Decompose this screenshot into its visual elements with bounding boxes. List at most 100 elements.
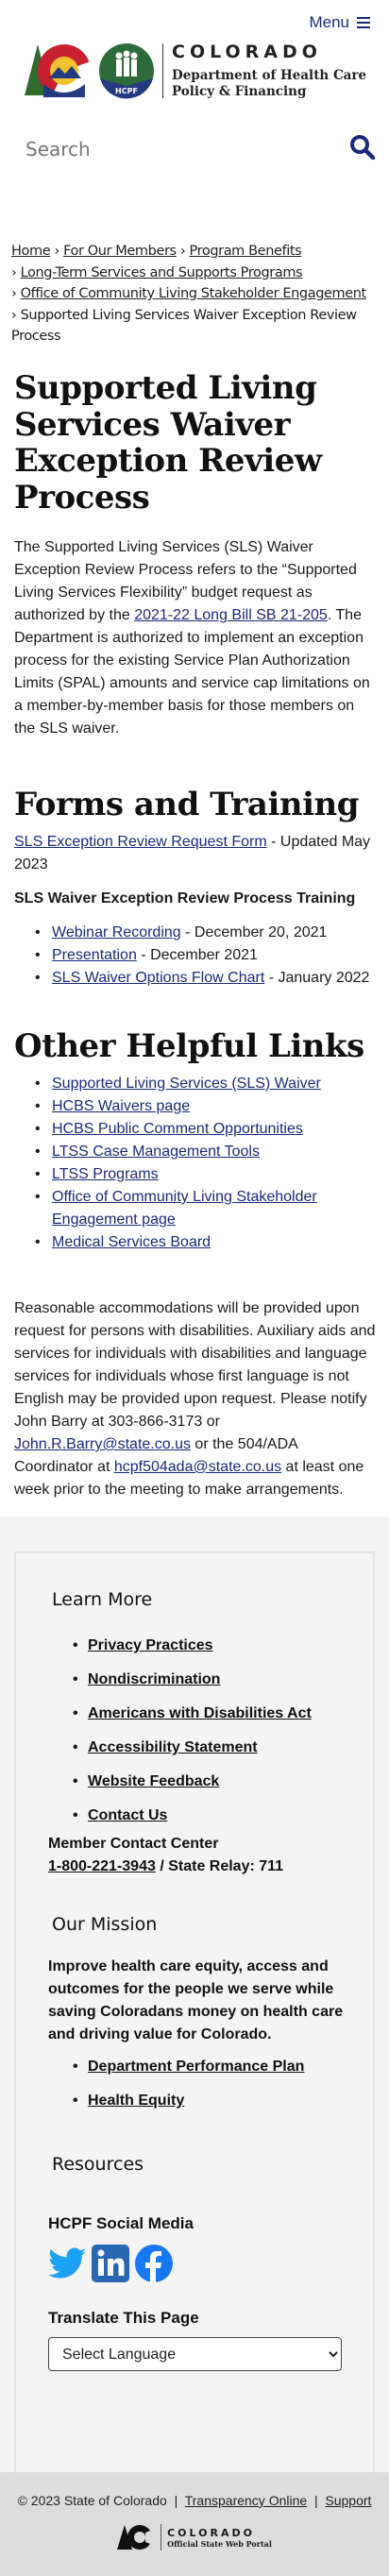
logo-dept-line2: Policy & Financing [172, 84, 307, 99]
search-icon [350, 135, 376, 161]
links-heading: Other Helpful Links [14, 1027, 364, 1065]
translate-heading: Translate This Page [48, 2309, 199, 2327]
list-item: Webinar Recording - December 20, 2021 [14, 922, 378, 944]
mission-text: Improve health care equity, access and o… [48, 1958, 344, 2042]
breadcrumb-program-benefits[interactable]: Program Benefits [190, 244, 302, 259]
feedback-link[interactable]: Website Feedback [88, 1773, 219, 1789]
item-date: - December 20, 2021 [180, 924, 328, 941]
list-item: HCBS Waivers page [14, 1095, 378, 1118]
form-item: SLS Exception Review Request Form - Upda… [14, 831, 378, 876]
helpful-links-list: Supported Living Services (SLS) Waiver H… [14, 1073, 378, 1254]
learn-more-list: Privacy Practices Nondiscrimination Amer… [50, 1629, 373, 1833]
site-logo[interactable]: HCPF COLORADO Department of Health Care … [23, 42, 366, 100]
breadcrumb-for-our-members[interactable]: For Our Members [63, 244, 177, 259]
portal-tagline: Official State Web Portal [167, 2538, 272, 2549]
helpful-link[interactable]: Supported Living Services (SLS) Waiver [52, 1076, 321, 1092]
relay-text: / State Relay: 711 [155, 1858, 284, 1874]
separator: | [313, 2493, 318, 2508]
list-item: Accessibility Statement [50, 1731, 373, 1765]
svg-text:HCPF: HCPF [115, 87, 138, 95]
colorado-portal-logo-icon [117, 2525, 156, 2550]
list-item: Office of Community Living Stakeholder E… [14, 1186, 378, 1231]
item-date: - January 2022 [264, 970, 370, 986]
long-bill-link[interactable]: 2021-22 Long Bill SB 21-205 [134, 607, 328, 623]
resources-heading: Resources [52, 2154, 144, 2175]
nondiscrimination-link[interactable]: Nondiscrimination [88, 1671, 220, 1687]
mission-list: Department Performance Plan Health Equit… [50, 2050, 373, 2118]
site-footer: Learn More Privacy Practices Nondiscrimi… [0, 1517, 389, 2472]
training-list: Webinar Recording - December 20, 2021 Pr… [14, 922, 378, 990]
forms-heading: Forms and Training [14, 786, 360, 823]
portal-state: COLORADO [167, 2526, 255, 2539]
facebook-icon[interactable] [135, 2245, 173, 2282]
colorado-c-logo-icon [25, 44, 91, 97]
health-equity-link[interactable]: Health Equity [88, 2093, 184, 2109]
phone-link[interactable]: 1-800-221-3943 [48, 1858, 156, 1874]
search-input[interactable] [25, 138, 337, 161]
item-date: - December 2021 [136, 947, 258, 963]
language-select[interactable]: Select Language [48, 2337, 342, 2371]
breadcrumb-ocl-stakeholder[interactable]: Office of Community Living Stakeholder E… [21, 286, 367, 301]
john-barry-email-link[interactable]: John.R.Barry@state.co.us [14, 1436, 191, 1452]
intro-text-end: . The Department is authorized to implem… [14, 607, 370, 737]
list-item: Supported Living Services (SLS) Waiver [14, 1073, 378, 1095]
breadcrumb-current: Supported Living Services Waiver Excepti… [11, 307, 357, 345]
menu-button[interactable]: Menu [309, 13, 370, 32]
accessibility-link[interactable]: Accessibility Statement [88, 1739, 258, 1755]
list-item: Medical Services Board [14, 1231, 378, 1254]
social-heading: HCPF Social Media [48, 2214, 194, 2232]
hamburger-icon [357, 17, 370, 28]
state-portal-logo[interactable]: COLORADO Official State Web Portal [117, 2523, 272, 2551]
list-item: Presentation - December 2021 [14, 944, 378, 967]
social-links [48, 2245, 373, 2282]
hcpf-badge-icon: HCPF [99, 43, 154, 99]
contact-us-link[interactable]: Contact Us [88, 1807, 167, 1823]
list-item: Americans with Disabilities Act [50, 1697, 373, 1731]
logo-divider [162, 43, 163, 98]
search-button[interactable] [349, 134, 376, 165]
contact-center: Member Contact Center 1-800-221-3943 / St… [48, 1833, 373, 1878]
ada-email-link[interactable]: hcpf504ada@state.co.us [114, 1459, 281, 1475]
menu-label: Menu [309, 13, 349, 31]
privacy-practices-link[interactable]: Privacy Practices [88, 1637, 213, 1653]
breadcrumb-ltss-programs[interactable]: Long-Term Services and Supports Programs [21, 265, 303, 280]
main-content: Supported Living Services Waiver Excepti… [14, 370, 378, 1501]
logo-state: COLORADO [172, 42, 322, 62]
breadcrumb-home[interactable]: Home [11, 244, 51, 259]
flow-chart-link[interactable]: SLS Waiver Options Flow Chart [52, 970, 264, 986]
page-title: Supported Living Services Waiver Excepti… [14, 369, 322, 517]
logo-dept-line1: Department of Health Care [172, 68, 367, 83]
request-form-link[interactable]: SLS Exception Review Request Form [14, 834, 267, 850]
helpful-link[interactable]: LTSS Case Management Tools [52, 1144, 260, 1160]
linkedin-icon[interactable] [92, 2245, 129, 2282]
list-item: LTSS Programs [14, 1163, 378, 1186]
accommodations-paragraph: Reasonable accommodations will be provid… [14, 1297, 378, 1501]
helpful-link[interactable]: LTSS Programs [52, 1166, 159, 1182]
mission-heading: Our Mission [52, 1914, 158, 1935]
learn-more-heading: Learn More [52, 1589, 153, 1610]
webinar-link[interactable]: Webinar Recording [52, 924, 181, 941]
contact-label: Member Contact Center [48, 1836, 219, 1852]
presentation-link[interactable]: Presentation [52, 947, 137, 963]
list-item: Website Feedback [50, 1765, 373, 1799]
ada-link[interactable]: Americans with Disabilities Act [88, 1705, 312, 1721]
helpful-link[interactable]: Office of Community Living Stakeholder E… [52, 1189, 317, 1228]
copyright-row: © 2023 State of Colorado | Transparency … [0, 2472, 389, 2508]
list-item: SLS Waiver Options Flow Chart - January … [14, 967, 378, 990]
bottom-bar: © 2023 State of Colorado | Transparency … [0, 2472, 389, 2576]
breadcrumb: Home › For Our Members › Program Benefit… [11, 244, 367, 345]
list-item: Department Performance Plan [50, 2050, 373, 2084]
list-item: Contact Us [50, 1799, 373, 1833]
list-item: Nondiscrimination [50, 1663, 373, 1697]
support-link[interactable]: Support [325, 2493, 371, 2508]
intro-paragraph: The Supported Living Services (SLS) Waiv… [14, 536, 378, 740]
twitter-icon[interactable] [48, 2247, 86, 2279]
list-item: Health Equity [50, 2084, 373, 2118]
separator: | [174, 2493, 178, 2508]
helpful-link[interactable]: Medical Services Board [52, 1234, 211, 1250]
helpful-link[interactable]: HCBS Public Comment Opportunities [52, 1121, 303, 1137]
transparency-link[interactable]: Transparency Online [185, 2493, 307, 2508]
list-item: LTSS Case Management Tools [14, 1141, 378, 1163]
performance-plan-link[interactable]: Department Performance Plan [88, 2059, 304, 2075]
helpful-link[interactable]: HCBS Waivers page [52, 1098, 190, 1114]
